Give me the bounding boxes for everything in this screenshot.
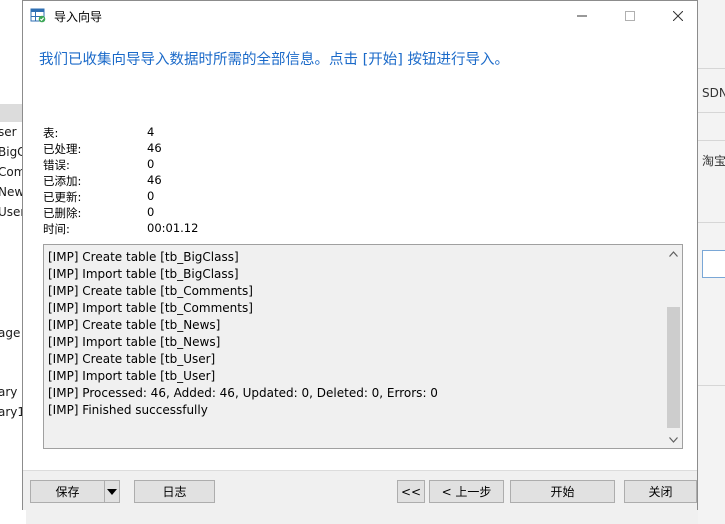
stat-label: 已添加:	[43, 174, 82, 188]
log-line: [IMP] Finished successfully	[48, 403, 208, 417]
save-button[interactable]: 保存	[30, 480, 104, 503]
first-step-button[interactable]: <<	[397, 480, 425, 503]
minimize-button[interactable]	[559, 1, 605, 31]
table-import-icon	[30, 8, 46, 23]
background-right-item: SDN	[702, 86, 725, 100]
stat-label: 表:	[43, 126, 59, 140]
background-list-item: New	[0, 185, 25, 199]
title-bar[interactable]: 导入向导	[23, 1, 697, 31]
stat-value: 46	[147, 141, 162, 155]
background-divider	[698, 222, 725, 223]
log-line: [IMP] Import table [tb_BigClass]	[48, 267, 239, 281]
start-button[interactable]: 开始	[510, 480, 615, 503]
scroll-thumb[interactable]	[667, 307, 680, 428]
log-line: [IMP] Create table [tb_Comments]	[48, 284, 253, 298]
background-list-item: age	[0, 326, 21, 340]
window-title: 导入向导	[54, 10, 103, 24]
background-field	[702, 250, 725, 278]
log-lines: [IMP] Create table [tb_BigClass] [IMP] I…	[48, 249, 663, 419]
stat-value: 4	[147, 125, 155, 139]
stat-value: 46	[147, 173, 162, 187]
scroll-down-button[interactable]	[665, 431, 682, 448]
close-icon	[673, 11, 683, 21]
log-scrollbar[interactable]	[665, 245, 682, 448]
log-line: [IMP] Import table [tb_User]	[48, 369, 216, 383]
background-divider	[698, 385, 725, 386]
log-line: [IMP] Create table [tb_BigClass]	[48, 250, 239, 264]
log-line: [IMP] Import table [tb_Comments]	[48, 301, 253, 315]
stat-value: 0	[147, 205, 155, 219]
maximize-button[interactable]	[607, 1, 653, 31]
close-button[interactable]: 关闭	[624, 480, 697, 503]
wizard-instruction: 我们已收集向导导入数据时所需的全部信息。点击 [开始] 按钮进行导入。	[39, 52, 510, 68]
background-divider	[698, 112, 725, 113]
chevron-down-icon	[669, 436, 678, 443]
stat-label: 已删除:	[43, 206, 82, 220]
background-right-panel: SDN 淘宝	[698, 0, 725, 524]
background-divider	[698, 140, 725, 141]
log-line: [IMP] Create table [tb_User]	[48, 352, 216, 366]
stat-value: 0	[147, 189, 155, 203]
scroll-up-button[interactable]	[665, 245, 682, 262]
log-line: [IMP] Processed: 46, Added: 46, Updated:…	[48, 386, 438, 400]
stat-value: 0	[147, 157, 155, 171]
background-divider	[698, 68, 725, 69]
stat-label: 时间:	[43, 222, 70, 236]
log-line: [IMP] Create table [tb_News]	[48, 318, 221, 332]
stat-label: 已处理:	[43, 142, 82, 156]
stat-label: 错误:	[43, 158, 70, 172]
import-log[interactable]: [IMP] Create table [tb_BigClass] [IMP] I…	[43, 244, 683, 449]
log-line: [IMP] Import table [tb_News]	[48, 335, 221, 349]
chevron-up-icon	[669, 250, 678, 257]
import-wizard-dialog: 导入向导 我们已收集向导导入数据时所需的全部信息。点击 [开始] 按钮进行导入。…	[22, 0, 698, 510]
maximize-icon	[625, 11, 635, 21]
background-list-item: ser	[0, 125, 17, 139]
background-list-item: ary	[0, 385, 18, 399]
stat-value: 00:01.12	[147, 221, 199, 235]
wizard-footer: 保存 日志 << < 上一步 开始 关闭	[23, 470, 697, 510]
save-dropdown-button[interactable]	[104, 480, 120, 503]
dropdown-arrow-icon	[107, 488, 117, 495]
background-right-item: 淘宝	[702, 154, 725, 168]
minimize-icon	[577, 15, 587, 17]
log-button[interactable]: 日志	[134, 480, 215, 503]
close-window-button[interactable]	[655, 1, 701, 31]
stat-label: 已更新:	[43, 190, 82, 204]
previous-step-button[interactable]: < 上一步	[429, 480, 504, 503]
